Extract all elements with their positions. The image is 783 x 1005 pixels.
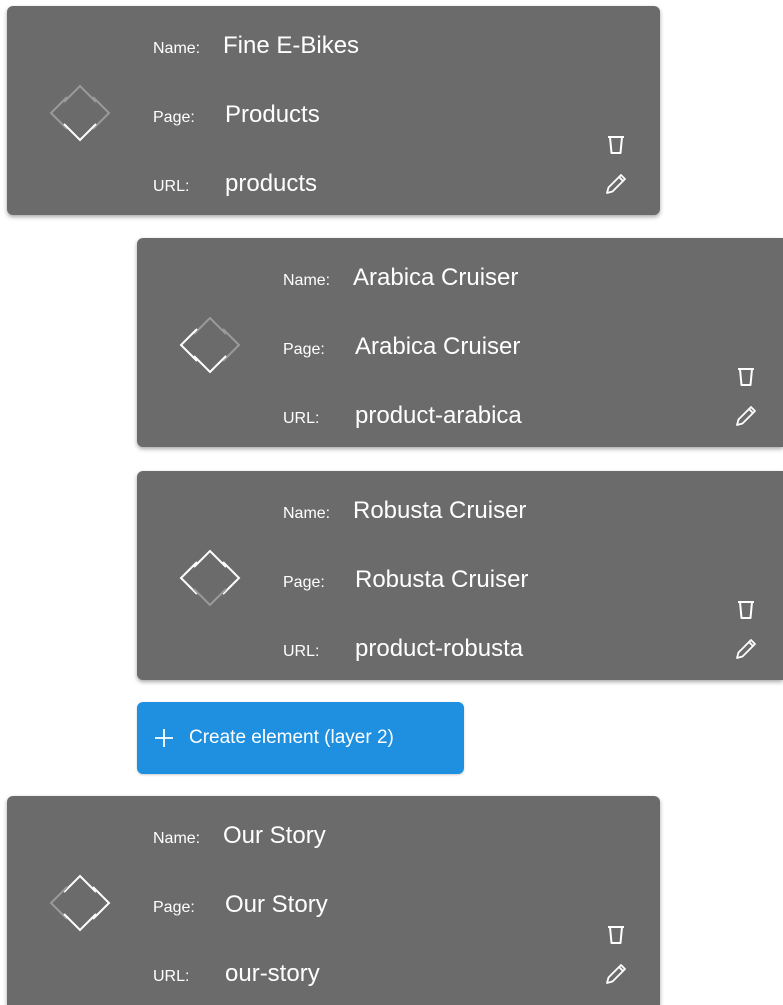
- edit-button[interactable]: [732, 402, 760, 430]
- pencil-icon: [606, 174, 626, 194]
- trash-icon: [738, 601, 754, 619]
- name-value: Robusta Cruiser: [353, 497, 527, 524]
- pencil-icon: [606, 964, 626, 984]
- url-field: URL: product-arabica: [283, 402, 522, 430]
- page-field: Page: Products: [153, 101, 320, 129]
- edit-button[interactable]: [602, 170, 630, 198]
- reorder-control[interactable]: [171, 539, 249, 617]
- menu-element-card: Name: Fine E-Bikes Page: Products URL: p…: [7, 6, 660, 215]
- url-field: URL: our-story: [153, 960, 320, 988]
- delete-button[interactable]: [732, 362, 760, 390]
- plus-icon: [153, 727, 175, 749]
- url-label: URL:: [153, 968, 190, 985]
- trash-icon: [738, 368, 754, 386]
- arrow-down: [63, 123, 97, 142]
- page-label: Page:: [153, 109, 195, 126]
- menu-element-card: Name: Our Story Page: Our Story URL: our…: [7, 796, 660, 1005]
- delete-button[interactable]: [602, 130, 630, 158]
- name-label: Name:: [153, 830, 201, 847]
- name-value: Our Story: [223, 822, 326, 849]
- reorder-diamond-icon: [49, 84, 111, 142]
- arrow-up: [63, 874, 97, 893]
- page-field: Page: Arabica Cruiser: [283, 333, 520, 361]
- trash-icon: [608, 926, 624, 944]
- edit-button[interactable]: [732, 635, 760, 663]
- reorder-diamond-icon: [49, 874, 111, 932]
- page-field: Page: Robusta Cruiser: [283, 566, 528, 594]
- arrow-up: [63, 84, 97, 103]
- name-label: Name:: [283, 272, 331, 289]
- arrow-up: [193, 549, 227, 568]
- create-element-label: Create element (layer 2): [189, 727, 394, 748]
- url-value: product-arabica: [355, 402, 522, 429]
- pencil-icon: [736, 639, 756, 659]
- page-value: Arabica Cruiser: [355, 333, 521, 360]
- name-value: Fine E-Bikes: [223, 32, 360, 59]
- arrow-down: [193, 355, 227, 374]
- arrow-down: [63, 913, 97, 932]
- name-field: Name: Robusta Cruiser: [283, 497, 526, 525]
- edit-button[interactable]: [602, 960, 630, 988]
- reorder-control[interactable]: [41, 864, 119, 942]
- page-value: Our Story: [225, 891, 328, 918]
- url-label: URL:: [283, 410, 320, 427]
- page-label: Page:: [153, 899, 195, 916]
- name-label: Name:: [283, 505, 331, 522]
- delete-button[interactable]: [732, 595, 760, 623]
- reorder-diamond-icon: [179, 549, 241, 607]
- page-value: Products: [225, 101, 320, 128]
- menu-element-card: Name: Arabica Cruiser Page: Arabica Crui…: [137, 238, 783, 447]
- url-label: URL:: [153, 178, 190, 195]
- delete-button[interactable]: [602, 920, 630, 948]
- name-field: Name: Our Story: [153, 822, 326, 850]
- url-value: products: [225, 170, 318, 197]
- menu-element-card: Name: Robusta Cruiser Page: Robusta Crui…: [137, 471, 783, 680]
- page-field: Page: Our Story: [153, 891, 328, 919]
- url-value: product-robusta: [355, 635, 524, 662]
- name-label: Name:: [153, 40, 201, 57]
- reorder-diamond-icon: [179, 316, 241, 374]
- page-label: Page:: [283, 574, 325, 591]
- name-field: Name: Fine E-Bikes: [153, 32, 359, 60]
- create-element-button[interactable]: Create element (layer 2): [137, 702, 464, 774]
- reorder-control[interactable]: [41, 74, 119, 152]
- url-label: URL:: [283, 643, 320, 660]
- arrow-up: [193, 316, 227, 335]
- arrow-down: [193, 588, 227, 607]
- reorder-control[interactable]: [171, 306, 249, 384]
- page-label: Page:: [283, 341, 325, 358]
- url-field: URL: product-robusta: [283, 635, 523, 663]
- page-value: Robusta Cruiser: [355, 566, 529, 593]
- pencil-icon: [736, 406, 756, 426]
- url-field: URL: products: [153, 170, 317, 198]
- name-field: Name: Arabica Cruiser: [283, 264, 518, 292]
- trash-icon: [608, 136, 624, 154]
- name-value: Arabica Cruiser: [353, 264, 519, 291]
- url-value: our-story: [225, 960, 320, 987]
